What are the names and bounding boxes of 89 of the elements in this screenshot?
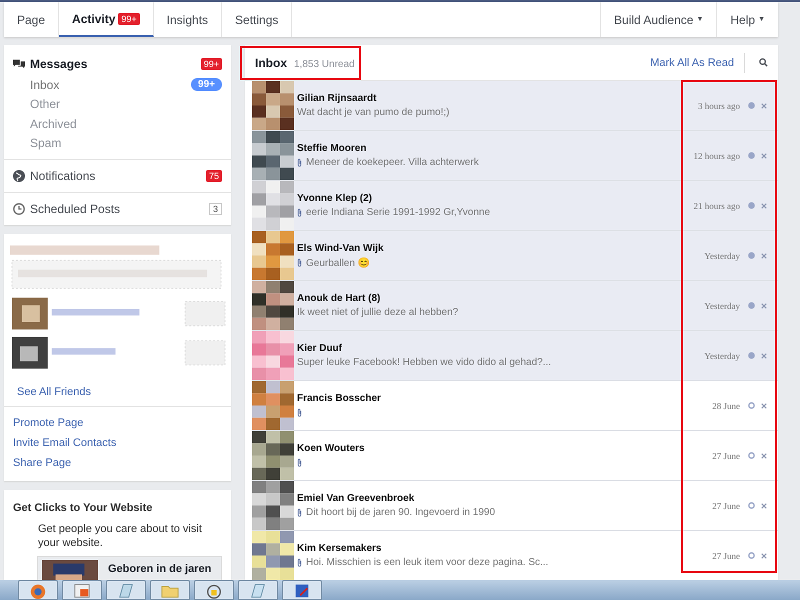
nav-tab[interactable]: Insights	[154, 2, 222, 37]
sender-name: Gilian Rijnsaardt	[297, 92, 378, 104]
message-time: 21 hours ago	[692, 200, 740, 210]
message-row[interactable]: Kier Duuf Super leuke Facebook! Hebben we vido dido al gehad?... Yesterday	[252, 331, 778, 381]
close-icon[interactable]	[761, 352, 767, 358]
see-all-friends-link[interactable]: See All Friends	[8, 378, 227, 398]
close-icon[interactable]	[761, 202, 767, 208]
message-row[interactable]: Yvonne Klep (2) eerie Indiana Serie 1991-1992 Gr,Yvonne 21 hours ago	[252, 181, 778, 231]
inbox-title: Inbox	[255, 56, 287, 70]
notepad-icon[interactable]	[238, 580, 278, 600]
sender-name: Els Wind-Van Wijk	[297, 242, 384, 254]
message-time: Yesterday	[703, 250, 740, 260]
sender-name: Francis Bosscher	[297, 392, 382, 404]
nav-tab[interactable]: Settings	[222, 2, 292, 37]
sidebar-link[interactable]: Promote Page	[13, 417, 222, 429]
count-badge: 75	[206, 170, 222, 182]
count-badge: 99+	[118, 12, 140, 24]
read-status-dot[interactable]	[748, 452, 755, 459]
count-badge: 99+	[191, 78, 222, 92]
close-icon[interactable]	[761, 502, 767, 508]
message-time: Yesterday	[703, 350, 740, 360]
section-title: Messages	[30, 57, 88, 71]
mark-all-read-link[interactable]: Mark All As Read	[650, 52, 745, 72]
ad-headline: Geboren in de jaren	[108, 562, 212, 577]
message-snippet: Geurballen 😊	[306, 256, 370, 268]
count-badge: 99+	[200, 58, 222, 70]
unread-count: 1,853 Unread	[294, 58, 355, 70]
message-snippet: Ik weet niet of jullie deze al hebben?	[297, 307, 458, 318]
sender-name: Kim Kersemakers	[297, 542, 382, 554]
folder-icon[interactable]	[150, 580, 190, 600]
sender-name: Emiel Van Greevenbroek	[297, 492, 416, 504]
sidebar-item[interactable]: Scheduled Posts	[30, 202, 120, 216]
close-icon[interactable]	[761, 402, 767, 408]
message-row[interactable]: Koen Wouters 27 June	[252, 431, 778, 481]
message-row[interactable]: Anouk de Hart (8) Ik weet niet of jullie deze al hebben? Yesterday	[252, 281, 778, 331]
sidebar-link[interactable]: Invite Email Contacts	[13, 437, 222, 449]
message-snippet: Wat dacht je van pumo de pumo!;)	[297, 107, 450, 118]
message-snippet: Meneer de koekepeer. Villa achterwerk	[306, 157, 479, 168]
ad-title: Get Clicks to Your Website	[13, 502, 154, 514]
read-status-dot[interactable]	[748, 402, 755, 409]
read-status-dot[interactable]	[748, 252, 755, 259]
sender-name: Kier Duuf	[297, 342, 343, 354]
message-time: 28 June	[711, 400, 740, 410]
sidebar-link[interactable]: Share Page	[13, 457, 222, 469]
sender-name: Koen Wouters	[297, 442, 366, 454]
message-snippet: Hoi. Misschien is een leuk item voor deze pagina. Sc...	[306, 557, 548, 568]
close-icon[interactable]	[761, 302, 767, 308]
count-badge: 3	[208, 203, 222, 215]
sidebar-item[interactable]: Notifications	[30, 169, 96, 183]
close-icon[interactable]	[761, 102, 767, 108]
close-icon[interactable]	[761, 252, 767, 258]
ad-description: Get people you care about to visit your website.	[37, 522, 203, 551]
close-icon[interactable]	[761, 552, 767, 558]
message-snippet: Dit hoort bij de jaren 90. Ingevoerd in 1990	[306, 507, 496, 518]
read-status-dot[interactable]	[748, 352, 755, 359]
sender-name: Yvonne Klep (2)	[297, 192, 374, 204]
read-status-dot[interactable]	[748, 202, 755, 209]
read-status-dot[interactable]	[748, 502, 755, 509]
message-time: 27 June	[711, 500, 740, 510]
nav-tab[interactable]: Activity 99+	[59, 2, 154, 37]
sender-name: Anouk de Hart (8)	[297, 292, 382, 304]
message-row[interactable]: Gilian Rijnsaardt Wat dacht je van pumo de pumo!;) 3 hours ago	[252, 81, 778, 131]
message-time: 27 June	[711, 450, 740, 460]
sender-name: Steffie Mooren	[297, 142, 368, 154]
clock-icon	[13, 203, 25, 215]
message-snippet: eerie Indiana Serie 1991-1992 Gr,Yvonne	[306, 207, 490, 218]
message-snippet: Super leuke Facebook! Hebben we vido dido al gehad?...	[297, 357, 552, 368]
message-row[interactable]: Emiel Van Greevenbroek Dit hoort bij de jaren 90. Ingevoerd in 1990 27 June	[252, 481, 778, 531]
message-row[interactable]: Francis Bosscher 28 June	[252, 381, 778, 431]
message-time: 12 hours ago	[692, 150, 740, 160]
search-icon[interactable]	[759, 58, 768, 67]
chat-icon	[13, 58, 25, 70]
message-time: 27 June	[711, 550, 740, 560]
read-status-dot[interactable]	[748, 152, 755, 159]
nav-tab[interactable]: Page	[4, 2, 60, 37]
window-icon[interactable]	[62, 580, 102, 600]
message-time: 3 hours ago	[697, 100, 740, 110]
notepad-icon[interactable]	[106, 580, 146, 600]
message-row[interactable]: Els Wind-Van Wijk Geurballen 😊 Yesterday	[252, 231, 778, 281]
read-status-dot[interactable]	[748, 552, 755, 559]
message-row[interactable]: Steffie Mooren Meneer de koekepeer. Villa achterwerk 12 hours ago	[252, 131, 778, 181]
close-icon[interactable]	[761, 452, 767, 458]
document-icon[interactable]	[282, 580, 322, 600]
sidebar-item[interactable]: Inbox 99+	[13, 75, 222, 94]
browser-icon[interactable]	[18, 580, 58, 600]
close-icon[interactable]	[761, 152, 767, 158]
read-status-dot[interactable]	[748, 302, 755, 309]
message-time: Yesterday	[703, 300, 740, 310]
read-status-dot[interactable]	[748, 102, 755, 109]
